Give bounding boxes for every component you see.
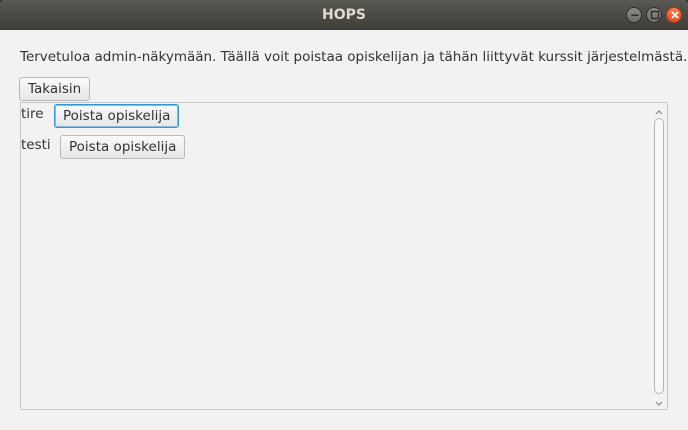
scroll-down-icon [654, 393, 664, 412]
maximize-icon [647, 8, 661, 22]
close-icon [667, 8, 681, 22]
scroll-down-button[interactable] [652, 396, 666, 408]
scroll-up-icon [654, 101, 664, 120]
title-bar[interactable]: HOPS [0, 0, 688, 30]
maximize-button[interactable] [646, 7, 662, 23]
window-title: HOPS [322, 7, 366, 23]
vertical-scrollbar[interactable] [652, 104, 666, 408]
close-button[interactable] [666, 7, 682, 23]
app-window: HOPS Tervetuloa admin-näkymään. Täällä v… [0, 0, 688, 430]
scrollbar-track[interactable] [654, 118, 664, 394]
info-text: Tervetuloa admin-näkymään. Täällä voit p… [20, 49, 688, 65]
student-name: tire [21, 106, 44, 122]
student-list[interactable]: tire Poista opiskelija testi Poista opis… [20, 102, 668, 410]
delete-student-button[interactable]: Poista opiskelija [54, 104, 180, 128]
delete-student-button[interactable]: Poista opiskelija [60, 135, 186, 159]
minimize-icon [627, 8, 641, 22]
scroll-up-button[interactable] [652, 104, 666, 116]
main-content: Tervetuloa admin-näkymään. Täällä voit p… [0, 30, 688, 430]
student-name: testi [21, 137, 51, 153]
back-button[interactable]: Takaisin [19, 77, 91, 101]
minimize-button[interactable] [626, 7, 642, 23]
